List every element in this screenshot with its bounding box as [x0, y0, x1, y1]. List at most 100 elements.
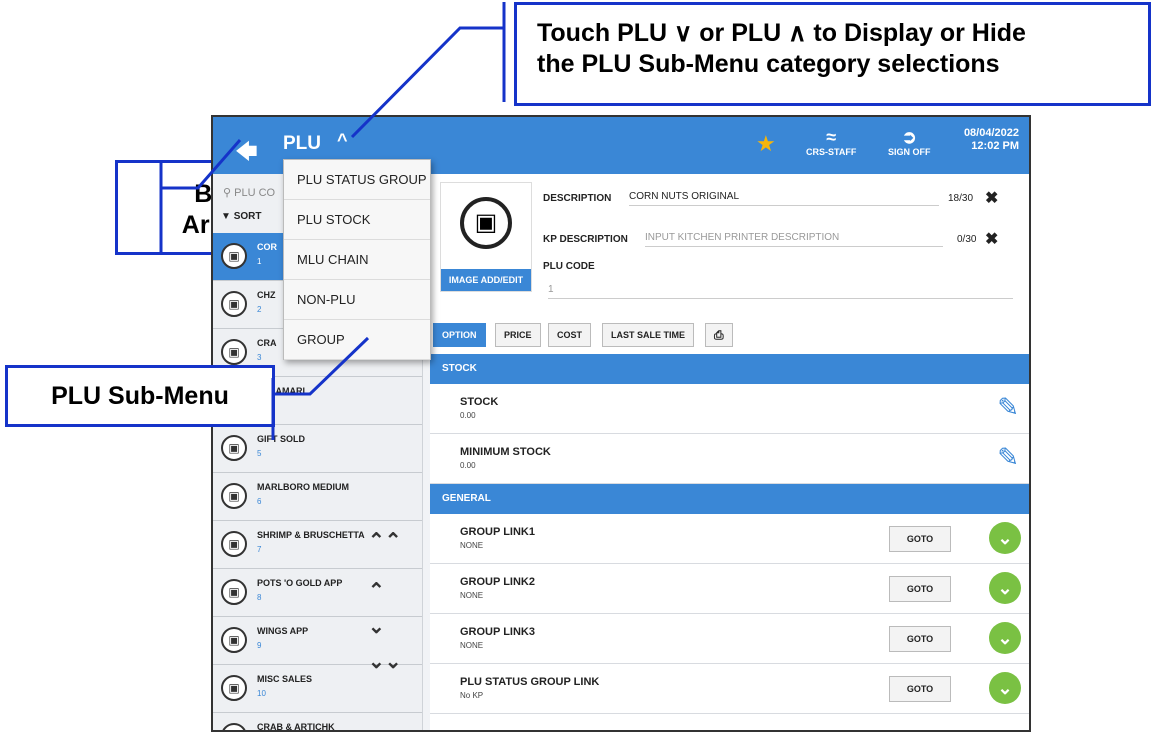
plu-item-name: POTS 'O GOLD APP [257, 578, 343, 588]
no-image-icon: ▣ [221, 483, 247, 509]
plu-item-number: 7 [257, 545, 262, 554]
no-image-icon: ▣ [221, 435, 247, 461]
description-label: DESCRIPTION [543, 193, 612, 204]
menu-item-non-plu[interactable]: NON-PLU [284, 280, 430, 320]
description-field[interactable]: CORN NUTS ORIGINAL [629, 191, 939, 206]
setting-value: 0.00 [460, 411, 476, 420]
plu-item-name: WINGS APP [257, 626, 309, 636]
plu-item-number: 8 [257, 593, 262, 602]
setting-label: PLU STATUS GROUP LINK [460, 676, 600, 688]
plu-code-label: PLU CODE [543, 261, 595, 272]
search-input[interactable]: ⚲ PLU CO [223, 186, 275, 199]
no-image-icon: ▣ [221, 243, 247, 269]
chevron-up-icon[interactable]: ⌃ [368, 578, 385, 603]
double-chevron-up-icon[interactable]: ⌃⌃ [368, 528, 402, 553]
date-text: 08/04/2022 [963, 127, 1019, 139]
goto-button[interactable]: GOTO [889, 526, 951, 552]
sub-menu-callout: PLU Sub-Menu [5, 365, 275, 427]
no-image-icon: ▣ [221, 339, 247, 365]
plu-item-name: CRAB & ARTICHK [257, 722, 335, 732]
kp-description-field[interactable]: INPUT KITCHEN PRINTER DESCRIPTION [645, 232, 943, 247]
settings-row[interactable]: GROUP LINK1 NONE GOTO ⌄ [430, 514, 1029, 564]
setting-value: 0.00 [460, 461, 476, 470]
pencil-icon[interactable]: ✎ [997, 442, 1019, 473]
plu-list-item[interactable]: ▣ POTS 'O GOLD APP 8 [213, 569, 422, 617]
chevron-down-icon[interactable]: ⌄ [989, 672, 1021, 704]
plu-list-item[interactable]: ▣ CRAB & ARTICHK 11 [213, 713, 422, 732]
print-icon[interactable]: ⎙ [705, 323, 733, 347]
pencil-icon[interactable]: ✎ [997, 392, 1019, 423]
star-icon[interactable]: ★ [756, 131, 776, 157]
plu-item-number: 9 [257, 641, 262, 650]
settings-row[interactable]: GROUP LINK2 NONE GOTO ⌄ [430, 564, 1029, 614]
image-add-edit-button[interactable]: IMAGE ADD/EDIT [441, 269, 531, 291]
wifi-label: CRS-STAFF [806, 147, 857, 157]
plu-item-number: 1 [257, 257, 262, 266]
setting-label: GROUP LINK3 [460, 626, 535, 638]
chevron-down-icon[interactable]: ⌄ [989, 622, 1021, 654]
chevron-up-icon[interactable]: ^ [337, 130, 348, 151]
plu-item-number: 6 [257, 497, 262, 506]
settings-row[interactable]: GROUP LINK3 NONE GOTO ⌄ [430, 614, 1029, 664]
double-chevron-down-icon[interactable]: ⌄⌄ [368, 649, 402, 674]
plu-item-name: COR [257, 242, 277, 252]
app-screen: 🡄 PLU ^ ★ ≈ CRS-STAFF ➲ SIGN OFF 08/04/2… [211, 115, 1031, 732]
page-title[interactable]: PLU [283, 133, 321, 155]
chevron-down-icon[interactable]: ⌄ [368, 614, 385, 639]
plu-list-item[interactable]: ▣ GIFT SOLD 5 [213, 425, 422, 473]
menu-item-mlu-chain[interactable]: MLU CHAIN [284, 240, 430, 280]
menu-item-group[interactable]: GROUP [284, 320, 430, 360]
plu-item-name: SHRIMP & BRUSCHETTA [257, 530, 365, 540]
settings-row[interactable]: STOCK 0.00 ✎ [430, 384, 1029, 434]
settings-row[interactable]: PLU STATUS GROUP LINK No KP GOTO ⌄ [430, 664, 1029, 714]
plu-item-number: 5 [257, 449, 262, 458]
plu-item-name: CHZ [257, 290, 276, 300]
plu-item-number: 10 [257, 689, 266, 698]
setting-value: NONE [460, 541, 484, 550]
back-arrow-icon[interactable]: 🡄 [235, 135, 258, 173]
plu-list-item[interactable]: ▣ MARLBORO MEDIUM 6 [213, 473, 422, 521]
tab-last-sale-time[interactable]: LAST SALE TIME [602, 323, 694, 347]
plu-sub-menu: PLU STATUS GROUP PLU STOCK MLU CHAIN NON… [283, 159, 431, 360]
search-placeholder: PLU CO [234, 187, 276, 199]
time-text: 12:02 PM [971, 140, 1019, 152]
goto-button[interactable]: GOTO [889, 676, 951, 702]
plu-code-field[interactable]: 1 [548, 284, 1013, 299]
goto-button[interactable]: GOTO [889, 626, 951, 652]
menu-item-plu-status-group[interactable]: PLU STATUS GROUP [284, 160, 430, 200]
clear-kp-description-icon[interactable]: ✖ [985, 229, 998, 249]
plu-item-name: CRA [257, 338, 277, 348]
setting-label: GROUP LINK1 [460, 526, 535, 538]
clear-description-icon[interactable]: ✖ [985, 188, 998, 208]
date-time: 08/04/2022 12:02 PM [964, 127, 1019, 153]
sign-off-icon: ➲ [901, 127, 917, 147]
plu-item-name: MISC SALES [257, 674, 313, 684]
wifi-icon: ≈ [826, 127, 837, 147]
kp-description-label: KP DESCRIPTION [543, 234, 628, 245]
top-callout-line1: Touch PLU ∨ or PLU ∧ to Display or Hide [537, 19, 1026, 47]
setting-value: NONE [460, 641, 484, 650]
chevron-down-icon[interactable]: ⌄ [989, 522, 1021, 554]
no-image-icon: ▣ [460, 197, 512, 249]
settings-row[interactable]: MINIMUM STOCK 0.00 ✎ [430, 434, 1029, 484]
tab-cost[interactable]: COST [548, 323, 592, 347]
chevron-down-icon[interactable]: ⌄ [989, 572, 1021, 604]
top-callout-line2: the PLU Sub-Menu category selections [537, 50, 1000, 78]
tab-option[interactable]: OPTION [433, 323, 486, 347]
wifi-status: ≈ CRS-STAFF [806, 127, 856, 157]
top-instruction-callout: Touch PLU ∨ or PLU ∧ to Display or Hide … [514, 2, 1151, 106]
plu-item-name: GIFT SOLD [257, 434, 305, 444]
no-image-icon: ▣ [221, 579, 247, 605]
sign-off-label: SIGN OFF [888, 147, 931, 157]
tab-price[interactable]: PRICE [495, 323, 541, 347]
no-image-icon: ▣ [221, 675, 247, 701]
menu-item-plu-stock[interactable]: PLU STOCK [284, 200, 430, 240]
description-counter: 18/30 [948, 193, 974, 204]
goto-button[interactable]: GOTO [889, 576, 951, 602]
sort-button[interactable]: ▼ SORT [221, 211, 261, 222]
no-image-icon: ▣ [221, 627, 247, 653]
sign-off-button[interactable]: ➲ SIGN OFF [888, 127, 931, 157]
kp-description-counter: 0/30 [957, 234, 977, 245]
plu-detail-panel: ▣ IMAGE ADD/EDIT DESCRIPTION CORN NUTS O… [430, 174, 1029, 730]
stock-section-header: STOCK [430, 354, 1029, 384]
